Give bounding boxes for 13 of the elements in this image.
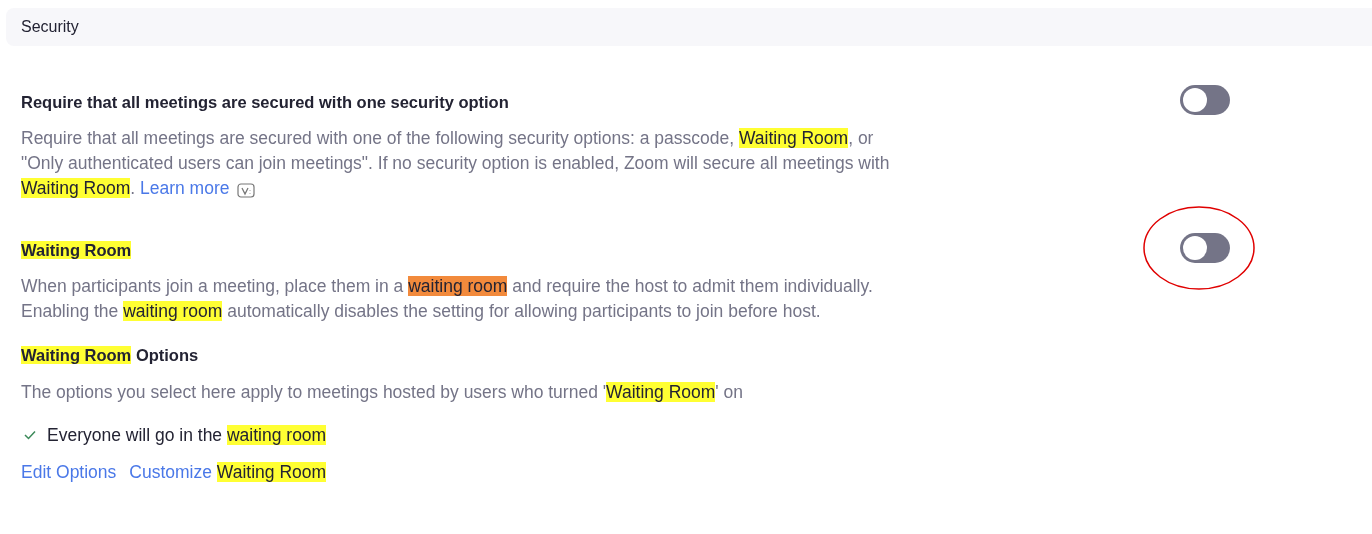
video-icon [237, 182, 256, 198]
options-description: The options you select here apply to meetings hosted by users who turned 'Waiting Room' on [21, 381, 744, 404]
options-title: Waiting Room Options [21, 345, 200, 366]
option-label: Everyone will go in the waiting room [47, 424, 327, 447]
toggle-switch[interactable] [1180, 85, 1230, 115]
toggle-switch[interactable] [1180, 233, 1230, 263]
section-title: Security [21, 18, 79, 36]
setting-description: Require that all meetings are secured with one of the following security options: a passcode, Waiting Room, or "Only authenticated users can join meetings". If no security option is enabled, Zoom will secure all meetings with Waiting Room. Learn more [21, 127, 891, 200]
setting-title: Require that all meetings are secured with one security option [21, 92, 510, 113]
setting-title: Waiting Room [21, 240, 133, 261]
setting-description: When participants join a meeting, place them in a waiting room and require the host to admit them individually. Enabling the waiting room automatically disables the setting for allowing participants to join before host. [21, 275, 874, 323]
learn-more-link[interactable]: Learn more [140, 178, 230, 198]
option-link[interactable]: Edit Options [21, 461, 117, 483]
